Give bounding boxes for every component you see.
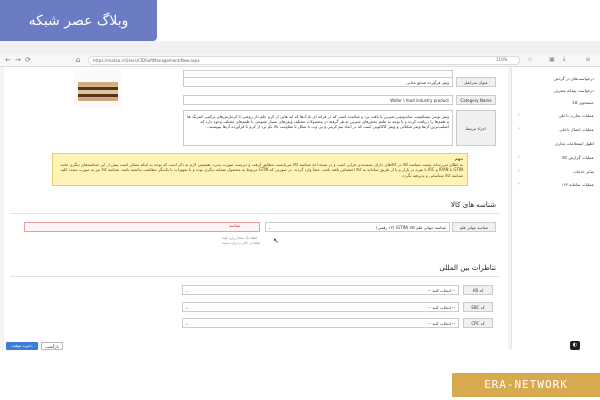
hs-code-label: HS کد [463, 285, 493, 295]
save-button[interactable]: ذخیره موقت [6, 342, 38, 350]
sidebar-item-system-124[interactable]: عملیات سامانه ۱۲۴ [562, 180, 594, 189]
chat-icon[interactable]: ◐ [570, 341, 580, 350]
watermark-top: وبلاگ عصر شبکه [0, 0, 157, 41]
title-field[interactable]: ویفر فرآورده صنایع غذایی [183, 77, 453, 87]
ident-type-value: شناسه جهانی قلم کالا (GTIN) (۱۳ رقمی) [376, 225, 446, 230]
description-label: اجزاء مرتبط [456, 110, 496, 146]
ident-input[interactable] [24, 222, 260, 232]
ident-type-label: شناسه جهانی قلم [452, 222, 496, 232]
home-icon[interactable]: ⌂ [74, 56, 82, 64]
sidebar-item-consumption-request[interactable]: درخواست پیمانه مصرف [554, 86, 594, 95]
zoom-level[interactable]: 110% [496, 57, 507, 62]
title-label: عنوان سرانمل [456, 77, 496, 87]
ident-type-select[interactable]: شناسه جهانی قلم کالا (GTIN) (۱۳ رقمی) ⌄ [265, 222, 450, 232]
sidebar-item-trade-inquiries[interactable]: اظهار استعلامات تجاری [555, 139, 594, 148]
downloads-icon[interactable]: ↓ [560, 56, 568, 64]
category-label: Category Name [456, 95, 496, 105]
watermark-bottom: ERA-NETWORK [452, 373, 600, 397]
ebc-code-label: EBC کد [463, 302, 493, 312]
back-arrow-icon[interactable]: ← [4, 56, 12, 64]
product-image [74, 70, 122, 108]
hs-code-select[interactable]: -- انتخاب کنید -- ⌄ [182, 285, 459, 295]
note-text: به اطلاع می‌رساند نسبت شناسه کالا در کال… [60, 161, 463, 178]
bookmark-star-icon[interactable]: ☆ [526, 56, 534, 64]
chevron-left-icon: ‹ [518, 154, 520, 160]
help-text-2: لطفا در کادر را وارد نمایید [222, 241, 261, 245]
wafer-image-icon [78, 82, 118, 101]
sidebar-item-requests-in-progress[interactable]: درخواست‌های در گردش [554, 74, 594, 83]
sidebar-item-other-services[interactable]: سایر خدمات [573, 167, 594, 176]
address-bar[interactable]: https://mataa.ir/Users/CIDSoftManagement… [88, 56, 520, 65]
chevron-down-icon: ⌄ [185, 288, 189, 293]
chevron-down-icon: ⌄ [268, 225, 272, 230]
menu-icon[interactable]: ≡ [584, 56, 592, 64]
warning-note: مهم به اطلاع می‌رساند نسبت شناسه کالا در… [52, 153, 468, 186]
chevron-left-icon: ‹ [518, 168, 520, 174]
sidebar-item-product-report[interactable]: عملیات گزارش کالا [562, 153, 594, 162]
category-field[interactable]: Wafer \ food industry product [183, 95, 453, 105]
cpc-code-select[interactable]: -- انتخاب کنید -- ⌄ [182, 318, 459, 328]
sidebar [511, 67, 600, 350]
chevron-down-icon: ⌄ [185, 321, 189, 326]
help-text-1: لطفا یک مقدار وارد کنید [222, 236, 258, 240]
chevron-down-icon: ⌄ [185, 305, 189, 310]
intl-section-title: تناظرات بین المللی [439, 264, 496, 272]
cpc-code-label: CPC کد [463, 318, 493, 328]
divider [10, 213, 500, 214]
back-button[interactable]: بازگشت [41, 342, 63, 350]
mouse-cursor-icon: ↖ [273, 237, 279, 245]
chevron-left-icon: ‹ [518, 126, 520, 132]
cpc-placeholder: -- انتخاب کنید -- [427, 321, 455, 326]
chevron-left-icon: ‹ [518, 181, 520, 187]
ebc-code-select[interactable]: -- انتخاب کنید -- ⌄ [182, 302, 459, 312]
description-textarea[interactable]: ویفر نوعی بیسکوئیت ساندویچی شیرین با باف… [183, 110, 453, 146]
chevron-left-icon: ‹ [518, 112, 520, 118]
sidebar-item-product-search[interactable]: جستجوی کالا [572, 98, 594, 107]
ident-section-title: شناسه های کالا [451, 201, 496, 209]
reload-icon[interactable]: ⟳ [24, 56, 32, 64]
forward-arrow-icon[interactable]: → [14, 56, 22, 64]
browser-tab-bar [0, 41, 600, 54]
divider [10, 276, 500, 277]
extensions-icon[interactable]: ▣ [548, 56, 556, 64]
sidebar-item-domestic-trade[interactable]: عملیات تجارت داخلی [559, 111, 594, 120]
ebc-placeholder: -- انتخاب کنید -- [427, 305, 455, 310]
ident-input-label: شناسه [229, 223, 241, 228]
hs-placeholder: -- انتخاب کنید -- [427, 288, 455, 293]
sidebar-item-domestic-connection[interactable]: عملیات اتصال داخلی [559, 125, 594, 134]
